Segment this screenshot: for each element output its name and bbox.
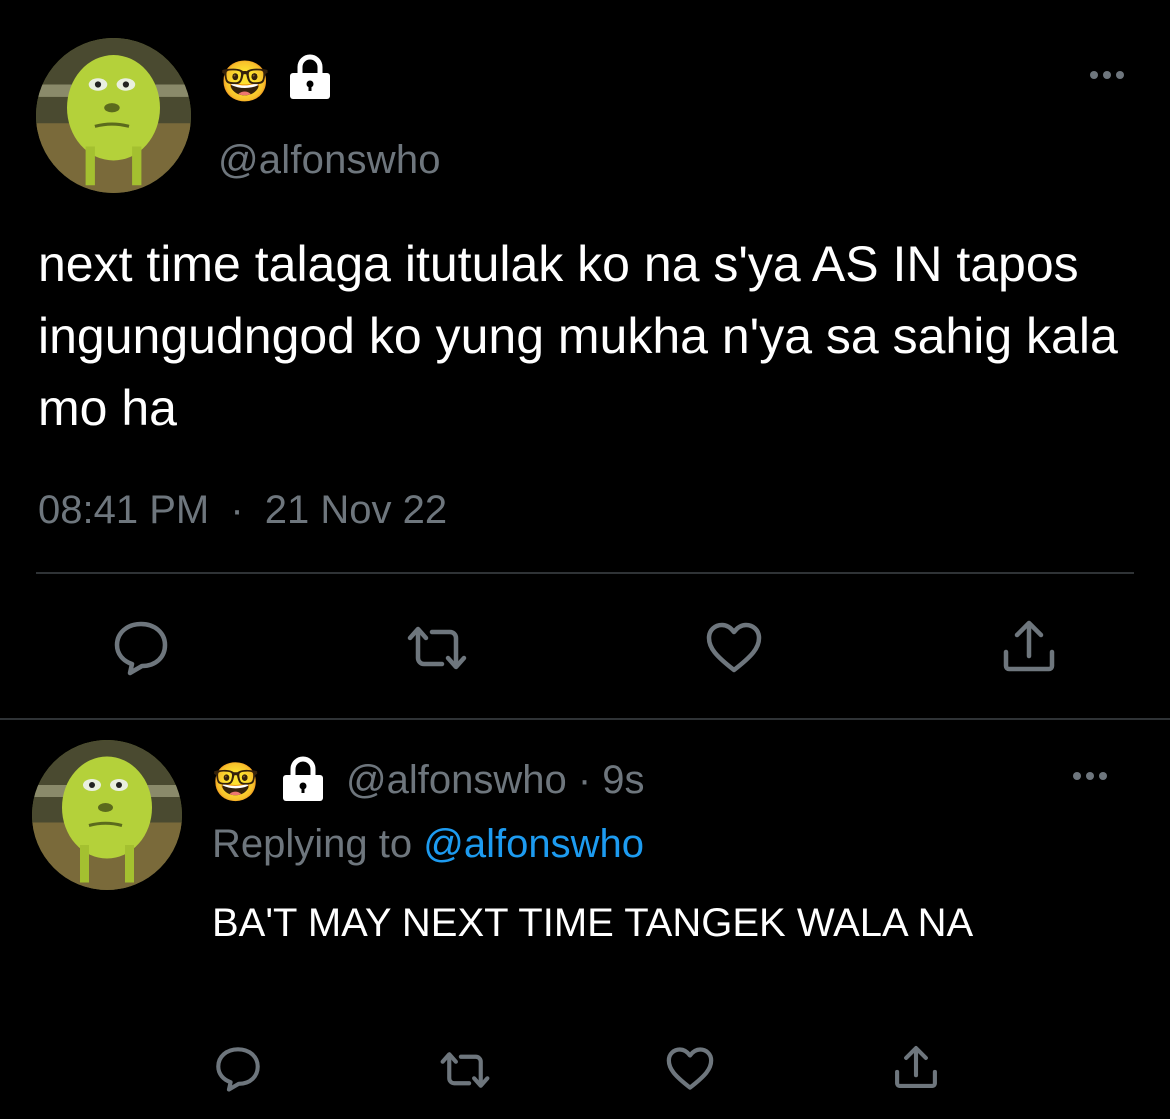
nerd-face-emoji: 🤓 bbox=[220, 59, 270, 105]
avatar[interactable] bbox=[36, 38, 191, 193]
retweet-icon[interactable] bbox=[436, 1050, 494, 1090]
share-icon[interactable] bbox=[1001, 618, 1057, 674]
reply-text: BA'T MAY NEXT TIME TANGEK WALA NA bbox=[212, 901, 974, 945]
avatar-image bbox=[32, 740, 182, 890]
tweet-time: 08:41 PM bbox=[38, 488, 210, 532]
tweet-timestamp[interactable]: 08:41 PM · 21 Nov 22 bbox=[38, 488, 447, 533]
timestamp-separator: · bbox=[230, 488, 244, 532]
avatar-image bbox=[36, 38, 191, 193]
divider bbox=[36, 572, 1134, 574]
lock-icon bbox=[287, 52, 333, 105]
reply-icon[interactable] bbox=[112, 620, 170, 676]
reply-icon[interactable] bbox=[214, 1046, 262, 1092]
avatar[interactable] bbox=[32, 740, 182, 890]
tweet-text: next time talaga itutulak ko na s'ya AS … bbox=[38, 236, 1118, 436]
reply-author-handle[interactable]: @alfonswho · 9s bbox=[346, 758, 645, 803]
author-handle[interactable]: @alfonswho bbox=[218, 138, 441, 183]
more-icon[interactable] bbox=[1073, 772, 1107, 780]
replying-to-label: Replying to bbox=[212, 822, 413, 866]
like-icon[interactable] bbox=[706, 622, 762, 674]
nerd-face-emoji: 🤓 bbox=[212, 760, 260, 804]
tweet-date: 21 Nov 22 bbox=[264, 488, 448, 532]
like-icon[interactable] bbox=[666, 1047, 714, 1091]
replying-to-line: Replying to @alfonswho bbox=[212, 822, 644, 867]
more-icon[interactable] bbox=[1090, 71, 1124, 79]
replying-to-link[interactable]: @alfonswho bbox=[423, 822, 644, 866]
share-icon[interactable] bbox=[893, 1044, 939, 1090]
divider bbox=[0, 718, 1170, 720]
lock-icon bbox=[280, 754, 326, 807]
retweet-icon[interactable] bbox=[402, 624, 472, 672]
